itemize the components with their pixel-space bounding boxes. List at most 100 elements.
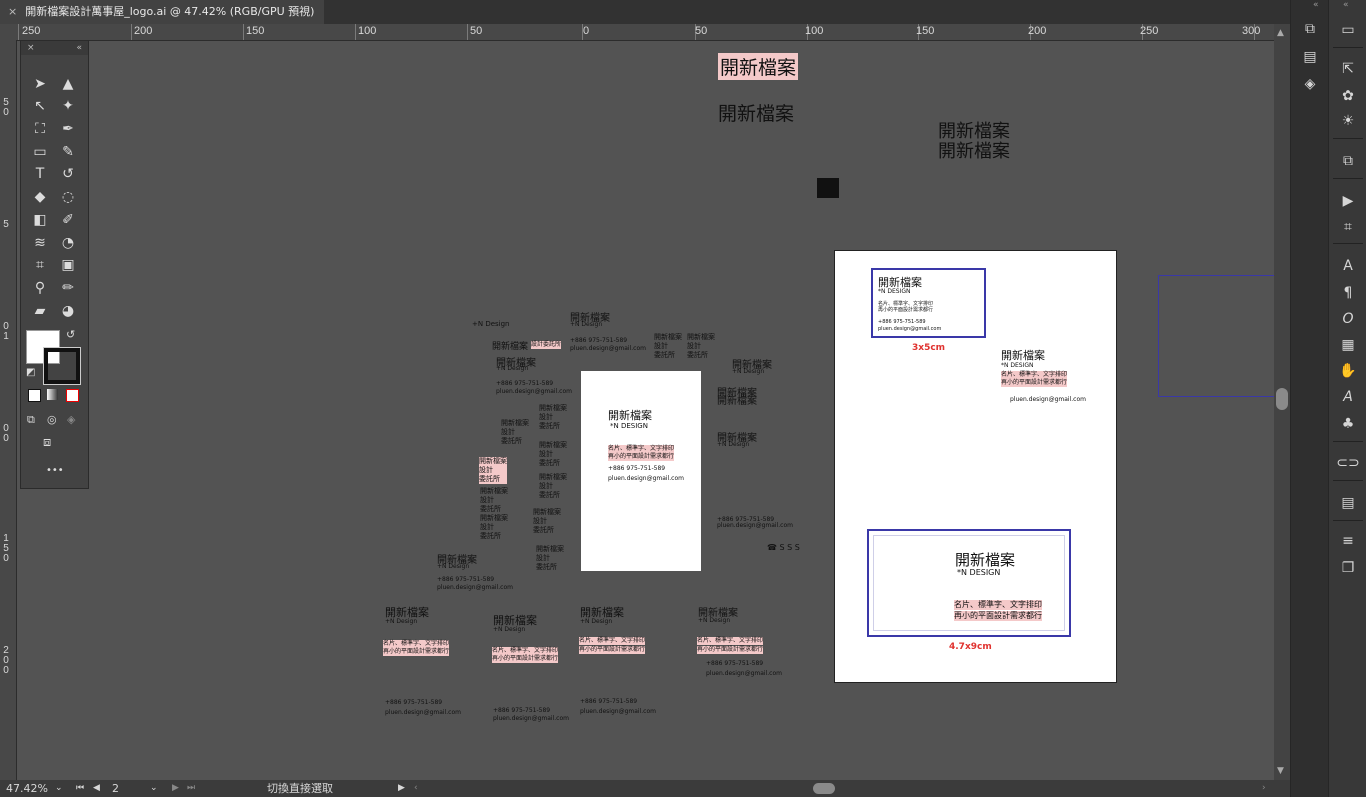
document-tab[interactable]: × 開新檔案設計萬事屋_logo.ai @ 47.42% (RGB/GPU 預視… [0,0,325,24]
magic-wand-icon[interactable]: ↖ [29,96,51,116]
title-highlighted[interactable]: 開新檔案 [718,53,799,80]
email-label[interactable]: pluen.design@gmail.com [493,715,569,723]
tools-panel-header[interactable]: × « [21,41,88,55]
small-card-frame[interactable]: 開新檔案 *N DESIGN 名片、標準字、文字排印 再小的平面設計需求都行 +… [871,268,986,338]
opentype-icon[interactable]: O [1336,308,1360,330]
large-card-frame[interactable]: 開新檔案 *N DESIGN 名片、標準字、文字排印 再小的平面設計需求都行 [867,529,1071,637]
rectangle-tool-icon[interactable]: ▭ [29,142,51,162]
sub-label[interactable]: +N Design [698,617,730,625]
artboard-canvas[interactable]: 開新檔案 開新檔案 開新檔案 開新檔案 +N Design 開新檔案 +N De… [17,41,1274,780]
phone-label[interactable]: +886 975-751-589 [580,698,637,706]
actions-icon[interactable]: ▶ [1336,190,1360,212]
status-menu-arrow-icon[interactable]: ▶ [398,780,405,797]
tagline-label[interactable]: 名片、標準字、文字排印 [579,637,646,645]
export-icon[interactable]: ⇱ [1336,58,1360,80]
tagline-label[interactable]: 名片、標準字、文字排印 [492,647,559,655]
sub-label[interactable]: +N Design [717,441,749,449]
artboard-dropdown-icon[interactable]: ⌄ [150,780,158,797]
mid-card-email[interactable]: pluen.design@gmail.com [1010,396,1086,404]
scroll-down-arrow-icon[interactable]: ▼ [1277,766,1284,776]
zoom-dropdown-icon[interactable]: ⌄ [55,780,63,797]
tagline-label[interactable]: 名片、標準字、文字排印 [697,637,764,645]
hscroll-left-icon[interactable]: ‹ [414,780,418,797]
selection-tool-icon[interactable]: ➤ [29,74,51,94]
sub-label[interactable]: +N Design [732,368,764,376]
email-label[interactable]: pluen.design@gmail.com [580,708,656,716]
transform-icon[interactable]: ⌗ [1336,216,1360,238]
email-label[interactable]: pluen.design@gmail.com [496,388,572,396]
studio-stack[interactable]: 開新檔案 設計 委託所 [539,404,567,431]
none-mode-icon[interactable] [66,389,79,402]
properties-icon[interactable]: ▤ [1298,46,1322,68]
tagline-label[interactable]: 再小的平面設計需求都行 [579,646,646,654]
crop-tool-icon[interactable]: ⌗ [29,255,51,275]
gradient-tool-icon[interactable]: ◧ [29,210,51,230]
phone-label[interactable]: +886 975-751-589 [437,576,494,584]
vertical-ruler[interactable]: 5 0 5 0 1 0 0 1 5 0 2 0 0 [0,40,17,780]
tagline-label[interactable]: 再小的平面設計需求都行 [383,648,450,656]
direct-selection-tool-icon[interactable]: ▲ [57,74,79,94]
zoom-tool-icon[interactable]: ⚲ [29,278,51,298]
sub-label[interactable]: +N Design [385,618,417,626]
draw-behind-icon[interactable]: ◎ [47,413,57,426]
tagline-label[interactable]: 再小的平面設計需求都行 [492,655,559,663]
links-icon[interactable]: ⊂⊃ [1336,452,1360,474]
studio-stack[interactable]: 開新檔案 設計 委託所 [533,508,561,535]
sub-label[interactable]: +N Design [496,365,528,373]
close-tab-icon[interactable]: × [8,0,17,24]
title-plain[interactable]: 開新檔案 [718,99,794,126]
pen-tool-icon[interactable]: ✒ [57,119,79,139]
gradient-mode-icon[interactable] [47,389,58,400]
draw-normal-icon[interactable]: ⧉ [27,413,35,427]
studio-stack[interactable]: 開新檔案 設計 委託所 [501,419,529,446]
phone-label[interactable]: +886 975-751-589 [385,699,442,707]
horizontal-scrollbar-thumb[interactable] [813,783,835,794]
brand-label[interactable]: 開新檔案 [492,339,528,352]
artboard-number-field[interactable]: 2 [112,780,148,797]
width-tool-icon[interactable]: ≋ [29,233,51,253]
mid-card-brand[interactable]: 開新檔案 [1001,347,1045,363]
paintbrush-tool-icon[interactable]: ✎ [57,142,79,162]
studio-stack[interactable]: 開新檔案 設計 委託所 [654,333,682,360]
more-tools-icon[interactable]: ••• [46,465,64,476]
last-artboard-icon[interactable]: ⏭ [187,780,195,797]
phone-label[interactable]: +886 975-751-589 [496,380,553,388]
swap-colors-icon[interactable]: ↺ [66,328,75,341]
mid-card-sub[interactable]: *N DESIGN [1001,362,1034,370]
studio-stack[interactable]: 開新檔案 設計 委託所 開新檔案 設計 委託所 [480,487,508,541]
phone-label[interactable]: +886 975-751-589 [706,660,763,668]
libraries-icon[interactable]: ⧉ [1298,18,1322,40]
pie-tool-icon[interactable]: ◕ [57,301,79,321]
pencil-tool-icon[interactable]: ✏ [57,278,79,298]
draw-inside-icon[interactable]: ◈ [67,413,75,426]
stroke-color-swatch[interactable] [44,348,80,384]
appearance-icon[interactable]: ❐ [1336,557,1360,579]
email-label[interactable]: pluen.design@gmail.com [717,522,793,530]
horizontal-ruler[interactable]: 250 200 150 100 50 0 50 100 150 200 250 … [16,24,1274,41]
email-label[interactable]: pluen.design@gmail.com [437,584,513,592]
studio-stack[interactable]: 開新檔案 設計 委託所 [539,473,567,500]
gradient-panel-icon[interactable]: ▭ [1336,19,1360,41]
brushes-icon[interactable]: ✿ [1336,85,1360,107]
swatches-icon[interactable]: ▦ [1336,334,1360,356]
zoom-field[interactable]: 47.42% [6,780,52,797]
scroll-up-arrow-icon[interactable]: ▲ [1277,28,1284,38]
sub-label[interactable]: +N Design [437,563,469,571]
mid-card-tagline[interactable]: 名片、標準字、文字排印 [1001,371,1068,379]
hscroll-right-icon[interactable]: › [1262,780,1266,797]
character-icon[interactable]: A [1336,255,1360,277]
close-panel-icon[interactable]: × [27,41,35,55]
sss-label[interactable]: ☎ S S S [767,544,800,552]
shape-builder-icon[interactable]: ◔ [57,233,79,253]
phone-label[interactable]: +886 975-751-589 [493,707,550,715]
pathfinder-icon[interactable]: ⧉ [1336,150,1360,172]
pin-icon[interactable]: ✦ [57,96,79,116]
prev-artboard-icon[interactable]: ◀ [93,780,100,797]
type-tool-icon[interactable]: T [29,164,51,184]
email-label[interactable]: pluen.design@gmail.com [385,709,461,717]
brand-label[interactable]: 開新檔案 [717,392,757,407]
align-icon[interactable]: ▤ [1336,492,1360,514]
next-artboard-icon[interactable]: ▶ [172,780,179,797]
collapse-strip-icon[interactable]: « [1343,0,1349,10]
email-label[interactable]: pluen.design@gmail.com [706,670,782,678]
